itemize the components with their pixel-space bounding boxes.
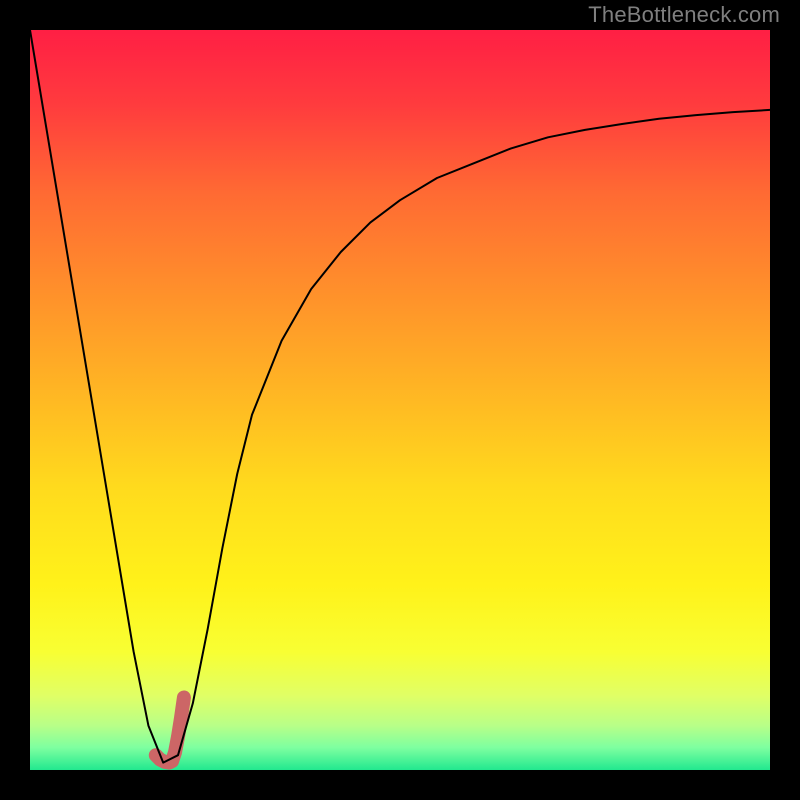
- watermark-text: TheBottleneck.com: [588, 2, 780, 28]
- curve-layer: [30, 30, 770, 770]
- bottleneck-curve: [30, 30, 770, 763]
- chart-frame: TheBottleneck.com: [0, 0, 800, 800]
- plot-area: [30, 30, 770, 770]
